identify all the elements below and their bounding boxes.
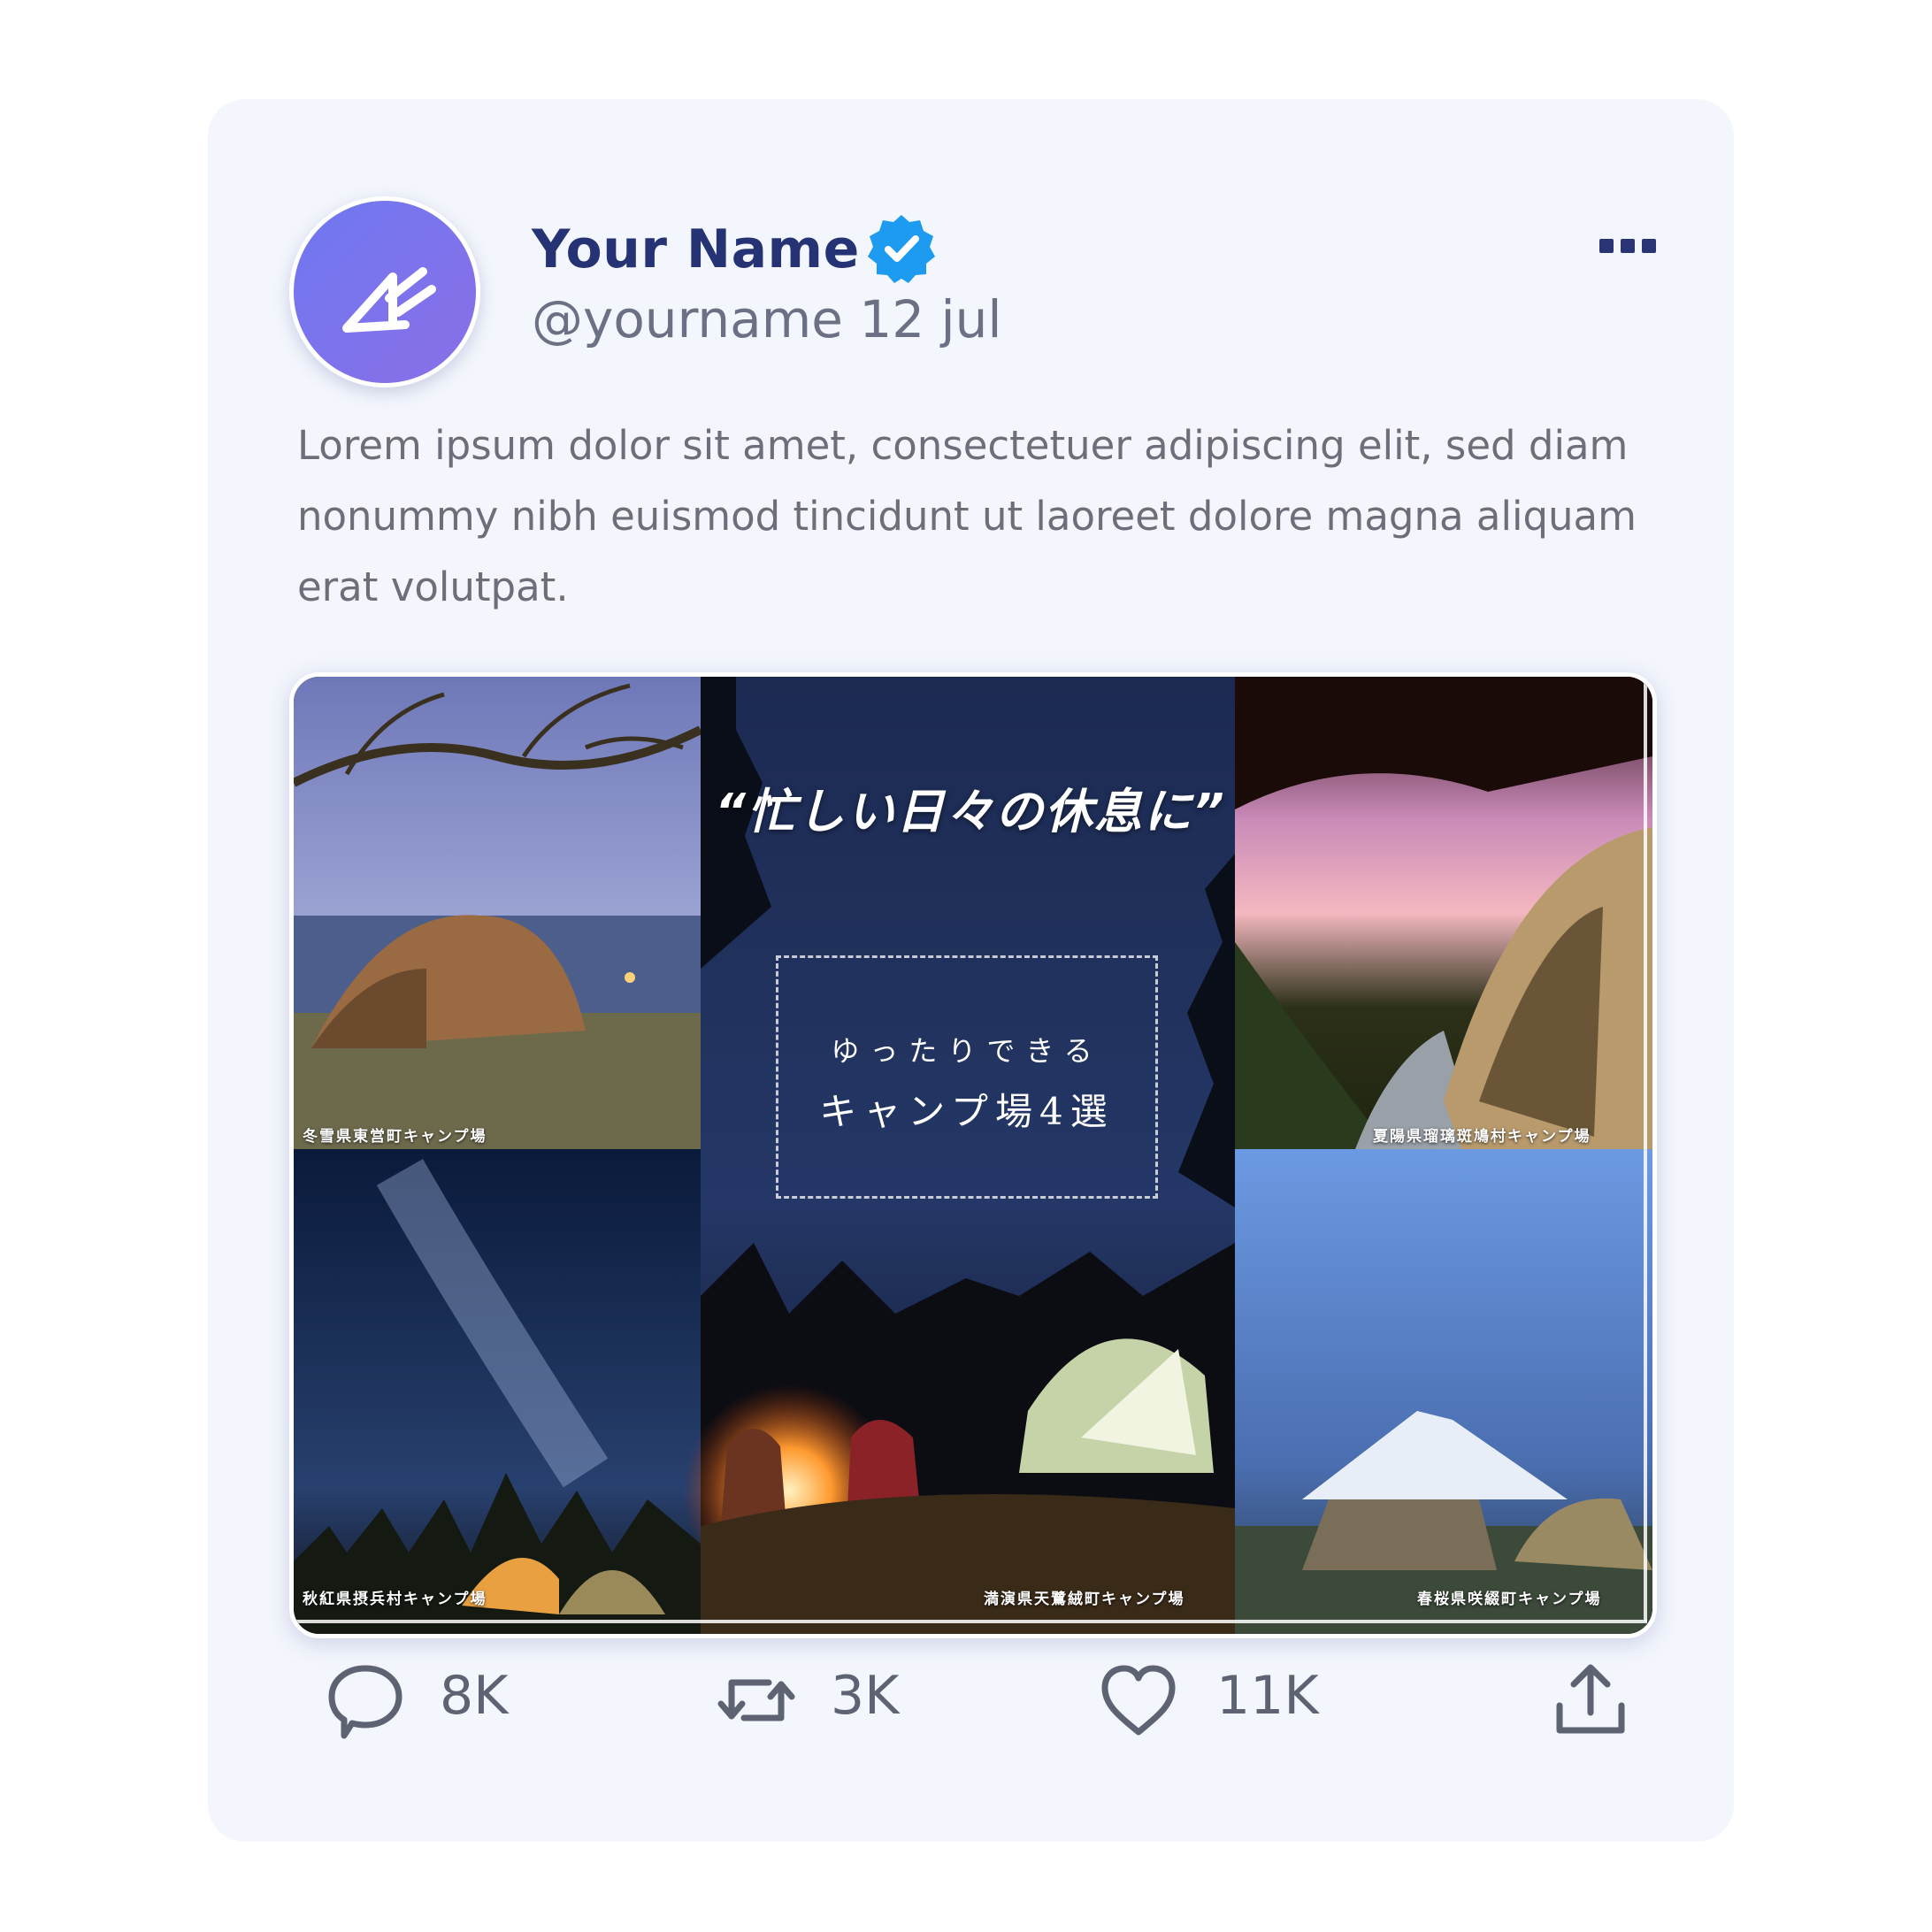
share-button[interactable] — [1552, 1656, 1629, 1744]
like-button[interactable] — [1098, 1656, 1179, 1744]
collage-subtitle-line1: ゆったりできる — [831, 1034, 1103, 1068]
headline-frame — [776, 955, 1158, 1199]
caption-top-left: 冬雪県東営町キャンプ場 — [303, 1128, 487, 1146]
caption-bottom-right: 春桜県咲綴町キャンプ場 — [1417, 1591, 1602, 1608]
handle-and-date[interactable]: @yourname 12 jul — [532, 289, 1002, 349]
reply-count: 8K — [440, 1665, 509, 1727]
verified-badge-icon — [868, 215, 935, 283]
author-name[interactable]: Your Name — [532, 218, 860, 280]
retweet-button[interactable] — [712, 1656, 801, 1744]
heart-icon — [1101, 1665, 1176, 1736]
like-count: 11K — [1216, 1665, 1319, 1727]
share-icon — [1556, 1664, 1625, 1734]
media-collage[interactable]: “忙しい日々の休息に” ゆったりできる キャンプ場4選 冬雪県東営町キャンプ場 … — [289, 672, 1657, 1638]
collage-subtitle-line2: キャンプ場4選 — [819, 1090, 1115, 1133]
collage-headline: “忙しい日々の休息に” — [715, 784, 1226, 840]
tweet-card: Your Name @yourname 12 jul Lorem ipsum d… — [208, 99, 1734, 1842]
caption-bottom-left: 秋紅県摂兵村キャンプ場 — [303, 1591, 487, 1608]
caption-top-right: 夏陽県瑠璃斑鳩村キャンプ場 — [1373, 1128, 1591, 1146]
retweet-icon — [717, 1679, 795, 1721]
avatar[interactable] — [289, 196, 480, 387]
post-text: Lorem ipsum dolor sit amet, consectetuer… — [297, 422, 1637, 610]
more-options-icon[interactable] — [1599, 239, 1656, 258]
retweet-count: 3K — [831, 1665, 900, 1727]
caption-center: 満演県天鷺絨町キャンプ場 — [984, 1591, 1185, 1608]
logo-icon — [342, 267, 436, 333]
reply-icon — [328, 1665, 402, 1739]
reply-button[interactable] — [325, 1656, 406, 1744]
